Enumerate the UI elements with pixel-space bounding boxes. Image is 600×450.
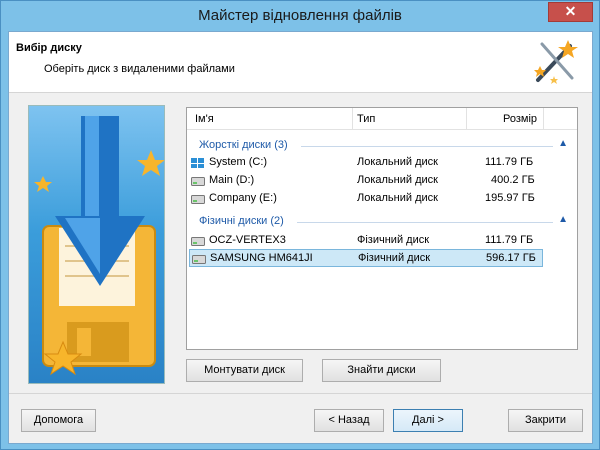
hard-drive-icon — [191, 177, 205, 186]
list-item[interactable]: Company (E:) Локальний диск 195.97 ГБ — [187, 190, 577, 208]
column-separator — [352, 108, 353, 130]
group-physical-disks[interactable]: Фізичні диски (2) ▲ — [187, 212, 577, 230]
magic-wand-icon — [534, 40, 578, 84]
disk-size: 400.2 ГБ — [491, 174, 535, 186]
disk-type: Локальний диск — [357, 174, 438, 186]
windows-drive-icon — [191, 158, 204, 168]
next-button[interactable]: Далі > — [393, 409, 463, 432]
group-hard-disks[interactable]: Жорсткі диски (3) ▲ — [187, 136, 577, 154]
recovery-illustration — [28, 105, 165, 384]
title-bar[interactable]: Майстер відновлення файлів ✕ — [1, 1, 599, 31]
column-separator — [466, 108, 467, 130]
wizard-header: Вибір диску Оберіть диск з видаленими фа… — [9, 32, 592, 93]
window-close-button[interactable]: ✕ — [548, 2, 593, 22]
hard-drive-icon — [192, 255, 206, 264]
disk-type: Локальний диск — [357, 156, 438, 168]
disk-type: Фізичний диск — [358, 252, 431, 264]
collapse-chevron-icon[interactable]: ▲ — [558, 138, 568, 149]
group-divider — [297, 222, 553, 223]
disk-name: SAMSUNG HM641JI — [210, 252, 313, 264]
disk-type: Фізичний диск — [357, 234, 430, 246]
column-type-header[interactable]: Тип — [357, 113, 375, 125]
group-divider — [301, 146, 553, 147]
wizard-client-area: Вибір диску Оберіть диск з видаленими фа… — [8, 31, 593, 444]
disk-size: 111.79 ГБ — [485, 156, 534, 168]
mount-disk-button[interactable]: Монтувати диск — [186, 359, 303, 382]
list-item[interactable]: Main (D:) Локальний диск 400.2 ГБ — [187, 172, 577, 190]
disk-name: System (C:) — [209, 156, 268, 168]
disk-type: Локальний диск — [357, 192, 438, 204]
find-disks-button[interactable]: Знайти диски — [322, 359, 441, 382]
disk-name: Main (D:) — [209, 174, 255, 186]
disk-size: 596.17 ГБ — [486, 252, 536, 264]
collapse-chevron-icon[interactable]: ▲ — [558, 214, 568, 225]
hard-drive-icon — [191, 237, 205, 246]
column-separator — [543, 108, 544, 130]
disk-size: 111.79 ГБ — [485, 234, 534, 246]
back-button[interactable]: < Назад — [314, 409, 384, 432]
group-label: Фізичні диски (2) — [199, 215, 284, 227]
help-button[interactable]: Допомога — [21, 409, 96, 432]
hard-drive-icon — [191, 195, 205, 204]
footer-divider — [9, 393, 592, 394]
disk-size: 195.97 ГБ — [485, 192, 535, 204]
column-name-header[interactable]: Ім'я — [195, 113, 214, 125]
window-title: Майстер відновлення файлів — [198, 7, 402, 24]
disk-name: OCZ-VERTEX3 — [209, 234, 286, 246]
list-item[interactable]: System (C:) Локальний диск 111.79 ГБ — [187, 154, 577, 172]
wizard-window: Майстер відновлення файлів ✕ Вибір диску… — [0, 0, 600, 450]
column-size-header[interactable]: Розмір — [503, 113, 537, 125]
disk-list[interactable]: Ім'я Тип Розмір Жорсткі диски (3) ▲ Syst… — [186, 107, 578, 350]
close-button[interactable]: Закрити — [508, 409, 583, 432]
page-title: Вибір диску — [16, 42, 82, 54]
list-item-selected[interactable]: SAMSUNG HM641JI Фізичний диск 596.17 ГБ — [189, 249, 543, 267]
disk-name: Company (E:) — [209, 192, 277, 204]
group-label: Жорсткі диски (3) — [199, 139, 288, 151]
floppy-arrow-icon — [34, 116, 164, 376]
page-subtitle: Оберіть диск з видаленими файлами — [44, 63, 235, 75]
list-item[interactable]: OCZ-VERTEX3 Фізичний диск 111.79 ГБ — [187, 232, 577, 250]
list-header: Ім'я Тип Розмір — [187, 108, 577, 130]
